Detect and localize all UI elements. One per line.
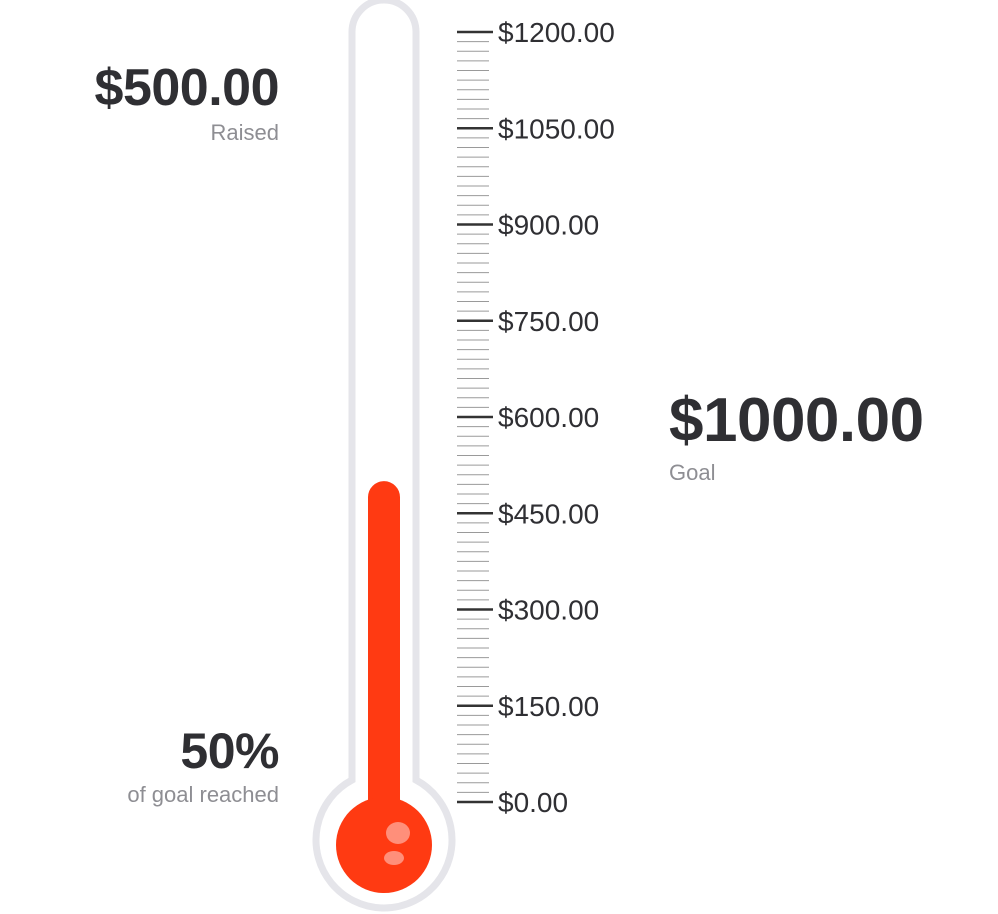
thermometer: $1200.00 $1050.00 $900.00 $750.00 $600.00 $45… [312, 0, 615, 912]
scale-tick-label: $0.00 [498, 787, 568, 818]
bulb-highlight [386, 822, 410, 844]
scale-tick-label: $900.00 [498, 210, 599, 241]
mercury-bulb [336, 797, 432, 893]
scale-tick-label: $1200.00 [498, 17, 615, 48]
scale-tick-label: $300.00 [498, 595, 599, 626]
scale-labels: $1200.00 $1050.00 $900.00 $750.00 $600.00 $45… [498, 17, 615, 818]
scale-tick-label: $600.00 [498, 402, 599, 433]
scale-tick-label: $150.00 [498, 691, 599, 722]
scale-tick-label: $750.00 [498, 306, 599, 337]
bulb-highlight-small [384, 851, 404, 865]
mercury-column [368, 481, 400, 845]
scale-tick-label: $1050.00 [498, 113, 615, 144]
scale-tick-label: $450.00 [498, 498, 599, 529]
